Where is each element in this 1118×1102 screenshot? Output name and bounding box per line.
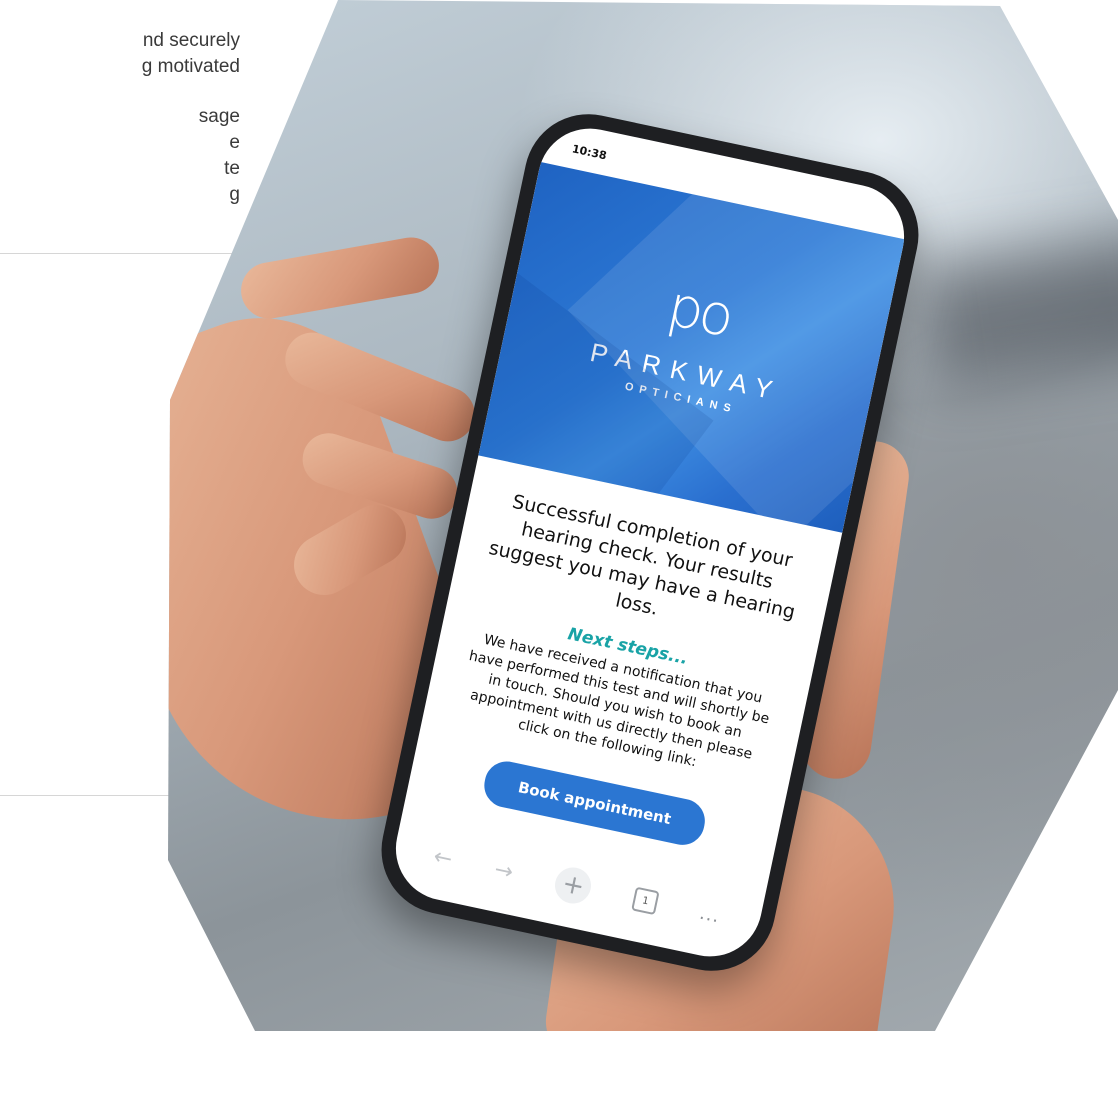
forward-arrow-icon[interactable]: → (492, 857, 515, 885)
phone-mockup: 10:38 po PARKWAY OPTICIANS Successful co… (355, 95, 931, 1015)
status-time: 10:38 (570, 142, 608, 163)
left-line: te (224, 158, 240, 179)
left-paragraph-1: nd securely g motivated (0, 28, 240, 80)
left-text-column: nd securely g motivated sage e te g (0, 28, 240, 208)
result-content: Successful completion of your hearing ch… (408, 481, 837, 865)
brand-header: po PARKWAY OPTICIANS (478, 161, 905, 533)
phone-body: 10:38 po PARKWAY OPTICIANS Successful co… (369, 102, 931, 983)
left-paragraph-2: sage e te g (0, 104, 240, 208)
left-line: g (229, 184, 240, 205)
left-line: e (229, 132, 240, 153)
back-arrow-icon[interactable]: ← (431, 844, 454, 872)
phone-screen: 10:38 po PARKWAY OPTICIANS Successful co… (386, 118, 914, 967)
background-blur (912, 232, 1118, 388)
left-line: sage (198, 106, 240, 127)
left-line: nd securely (142, 30, 240, 51)
left-line: g motivated (141, 56, 240, 77)
tabs-count-icon[interactable]: 1 (631, 886, 660, 916)
more-menu-icon[interactable]: ... (698, 902, 722, 927)
new-tab-plus-icon[interactable]: + (551, 864, 595, 907)
book-appointment-button[interactable]: Book appointment (480, 757, 709, 849)
